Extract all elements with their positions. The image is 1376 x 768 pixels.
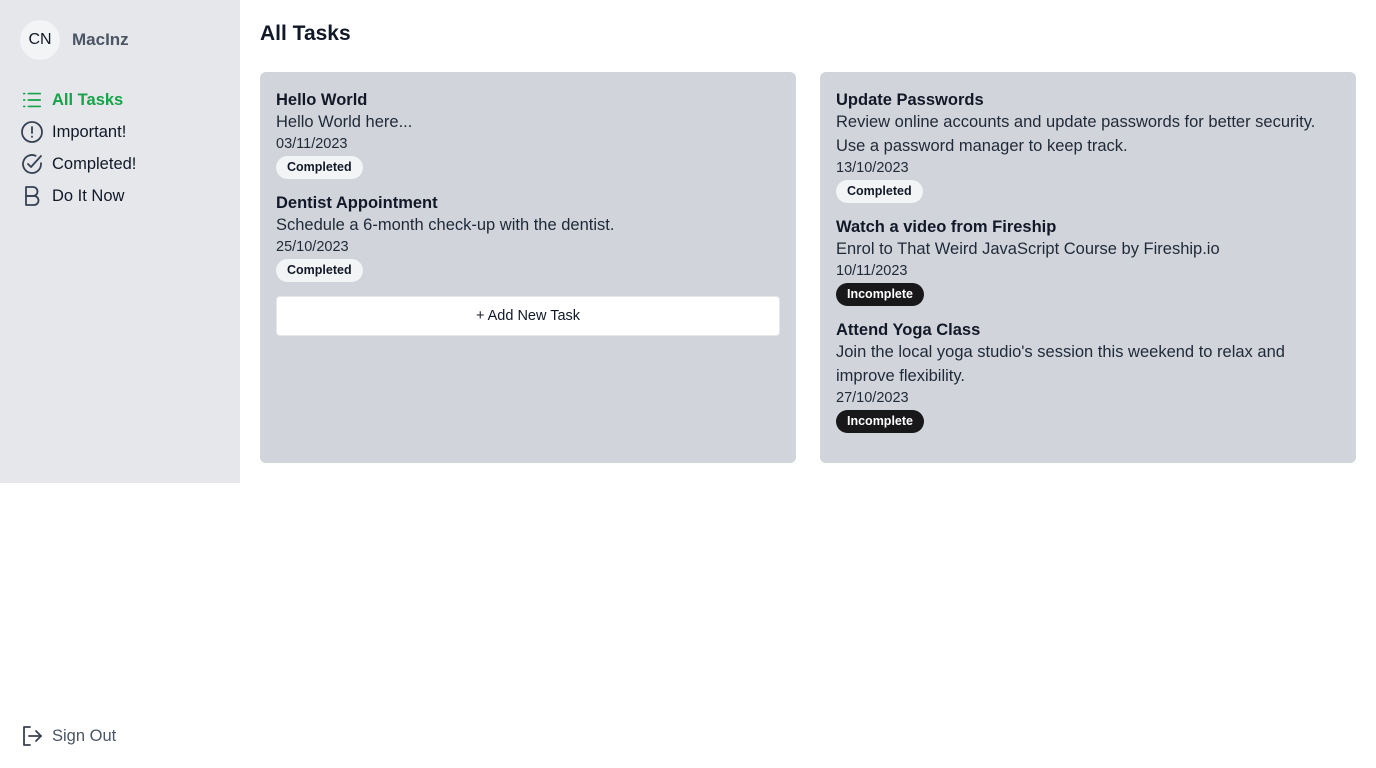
sidebar-item-label: Do It Now	[52, 186, 125, 205]
task-title: Watch a video from Fireship	[836, 218, 1057, 236]
task-date: 25/10/2023	[276, 239, 349, 255]
task-description-line: improve flexibility.	[836, 367, 965, 385]
page-title: All Tasks	[260, 22, 351, 45]
sidebar-item-important[interactable]: Important!	[20, 116, 136, 148]
status-badge[interactable]: Completed	[836, 180, 923, 203]
bold-b-icon	[20, 184, 44, 208]
sidebar-item-label: Completed!	[52, 154, 137, 173]
user-profile[interactable]: CN MacInz	[20, 20, 129, 60]
task-date: 27/10/2023	[836, 390, 909, 406]
check-circle-icon	[20, 152, 44, 176]
sidebar: CN MacInz All Tasks Important! Completed…	[0, 0, 240, 483]
status-badge[interactable]: Completed	[276, 259, 363, 282]
sign-out-label: Sign Out	[52, 726, 117, 745]
sidebar-item-label: All Tasks	[52, 90, 124, 109]
task-title: Attend Yoga Class	[836, 321, 981, 339]
task-card[interactable]: Update Passwords Review online accounts …	[836, 90, 1340, 203]
task-title: Dentist Appointment	[276, 194, 438, 212]
sidebar-item-do-it-now[interactable]: Do It Now	[20, 180, 136, 212]
task-card[interactable]: Watch a video from Fireship Enrol to Tha…	[836, 217, 1340, 306]
task-description-line: Join the local yoga studio's session thi…	[836, 343, 1285, 361]
task-card[interactable]: Attend Yoga Class Join the local yoga st…	[836, 320, 1340, 433]
task-description: Enrol to That Weird JavaScript Course by…	[836, 240, 1220, 258]
task-date: 13/10/2023	[836, 160, 909, 176]
status-badge[interactable]: Incomplete	[836, 410, 924, 433]
task-description: Schedule a 6-month check-up with the den…	[276, 216, 615, 234]
username: MacInz	[72, 30, 129, 49]
sign-out-button[interactable]: Sign Out	[20, 724, 116, 748]
task-column-right: Update Passwords Review online accounts …	[820, 72, 1356, 463]
task-date: 10/11/2023	[836, 263, 908, 279]
sidebar-item-completed[interactable]: Completed!	[20, 148, 136, 180]
sign-out-icon	[20, 724, 44, 748]
task-card[interactable]: Hello World Hello World here... 03/11/20…	[276, 90, 780, 179]
sidebar-item-label: Important!	[52, 122, 127, 141]
add-new-task-button[interactable]: + Add New Task	[276, 296, 780, 336]
status-badge[interactable]: Incomplete	[836, 283, 924, 306]
sidebar-nav: All Tasks Important! Completed! Do It No…	[20, 84, 136, 212]
task-column-left: Hello World Hello World here... 03/11/20…	[260, 72, 796, 463]
sidebar-item-all-tasks[interactable]: All Tasks	[20, 84, 136, 116]
task-title: Hello World	[276, 91, 368, 109]
task-title: Update Passwords	[836, 91, 984, 109]
status-badge[interactable]: Completed	[276, 156, 363, 179]
task-card[interactable]: Dentist Appointment Schedule a 6-month c…	[276, 193, 780, 282]
alert-circle-icon	[20, 120, 44, 144]
avatar[interactable]: CN	[20, 20, 60, 60]
task-description-line: Review online accounts and update passwo…	[836, 113, 1316, 131]
task-description: Hello World here...	[276, 113, 413, 131]
task-date: 03/11/2023	[276, 136, 348, 152]
list-icon	[20, 88, 44, 112]
task-description-line: Use a password manager to keep track.	[836, 137, 1128, 155]
